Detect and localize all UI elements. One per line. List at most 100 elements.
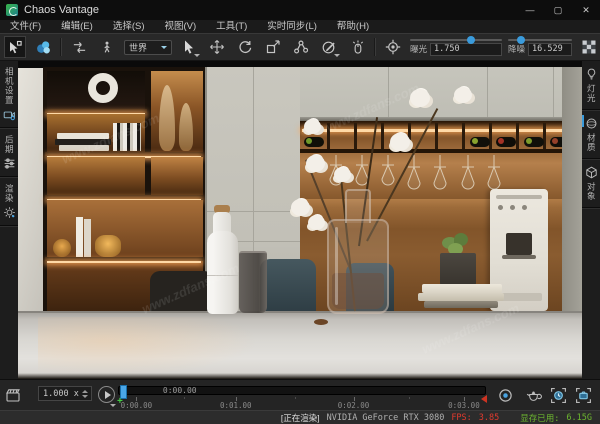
play-button[interactable] [98, 386, 115, 403]
speed-spinner[interactable] [82, 390, 91, 398]
walk-person-icon [100, 40, 114, 55]
scene-vase-neck [345, 189, 371, 223]
import-arrows-icon [72, 40, 87, 55]
scene-book [424, 301, 498, 308]
select-tool-button[interactable] [178, 36, 200, 58]
menu-tools[interactable]: 工具(T) [206, 20, 257, 33]
scene-cabinet-seam [553, 67, 554, 121]
render-state: [正在渲染] [281, 412, 320, 424]
scene-cotton-flower [306, 155, 325, 172]
tab-post-processing[interactable]: 后期 [0, 129, 18, 176]
ruler-tick [295, 397, 296, 399]
teapot-icon [525, 387, 542, 403]
menu-select[interactable]: 选择(S) [103, 20, 155, 33]
tab-render[interactable]: 渲染 [0, 178, 18, 225]
menu-help[interactable]: 帮助(H) [327, 20, 379, 33]
scene-cabinet-seam [487, 67, 488, 121]
scene-left-wall [18, 68, 46, 318]
ruler-label: 0:01.00 [220, 401, 252, 410]
timeline-segment-time: 0:00.00 [163, 387, 197, 395]
snapshot-timer-button[interactable] [549, 386, 567, 404]
minimize-button[interactable]: — [516, 0, 544, 20]
scene-planter [440, 253, 476, 287]
tab-objects[interactable]: 对象 [582, 160, 600, 207]
draw-circle-icon [321, 39, 337, 55]
vram-value: 6.15G [566, 413, 592, 423]
tab-camera-settings[interactable]: 相机设置 [0, 61, 18, 127]
scene-machine-vent [496, 195, 542, 199]
denoise-slider-handle[interactable] [517, 36, 525, 44]
maximize-button[interactable]: ▢ [544, 0, 572, 20]
scene-rack-divider [516, 123, 519, 151]
menu-edit[interactable]: 编辑(E) [51, 20, 103, 33]
scene-warm-light-patch [38, 317, 258, 377]
render-viewport[interactable]: www.zdfans.com www.zdfans.com www.zdfans… [18, 61, 582, 379]
scene-graph-button[interactable] [290, 36, 312, 58]
merge-scene-button[interactable] [68, 36, 90, 58]
dither-preview-button[interactable] [578, 36, 600, 58]
scene-cotton-flower [334, 167, 351, 182]
playback-speed-field[interactable]: 1.000 x [38, 386, 92, 401]
exposure-slider[interactable] [410, 39, 502, 41]
move-tool-button[interactable] [206, 36, 228, 58]
tab-camera-settings-label: 相机设置 [5, 67, 14, 105]
exposure-control: 曝光 1.750 [410, 39, 502, 56]
menu-file[interactable]: 文件(F) [0, 20, 51, 33]
scene-upper-cabinets [300, 67, 582, 121]
rotate-icon [237, 39, 253, 55]
scene-bottle-cap [306, 138, 312, 144]
snapshot-clock-icon [550, 387, 567, 404]
denoise-label: 降噪 [508, 43, 525, 55]
checkerboard-icon [581, 39, 597, 55]
scene-cotton-flower [454, 87, 472, 103]
menu-livesync[interactable]: 实时同步(L) [257, 20, 327, 33]
tab-materials[interactable]: 材质 [582, 111, 600, 158]
ruler-tick [409, 397, 410, 399]
annotate-tool-button[interactable] [318, 36, 340, 58]
main-area: 相机设置 后期 渲染 [0, 61, 600, 379]
coordinate-space-dropdown[interactable]: 世界 [124, 40, 172, 55]
scene-wine-rack [300, 123, 582, 151]
walk-mode-button[interactable] [96, 36, 118, 58]
scene-cotton-flower [410, 89, 430, 107]
close-button[interactable]: ✕ [572, 0, 600, 20]
material-sphere-icon [585, 117, 598, 130]
exposure-slider-handle[interactable] [467, 36, 475, 44]
navigation-settings-button[interactable] [346, 36, 368, 58]
scene-led-strip [47, 261, 201, 263]
scene-cotton-flower [304, 119, 321, 134]
menu-view[interactable]: 视图(V) [154, 20, 206, 33]
scale-tool-button[interactable] [262, 36, 284, 58]
cosmos-browser-button[interactable] [32, 36, 54, 58]
right-panel-strip: 灯光 材质 对象 [582, 61, 600, 379]
scene-machine-button [498, 205, 503, 210]
exposure-value-field[interactable]: 1.750 [430, 43, 502, 56]
timeline-bar: 1.000 x 0:00.00 + 0:00.00 0:01.00 0:02.0… [0, 379, 600, 410]
snapshot-camera-icon [575, 387, 592, 404]
save-snapshot-button[interactable] [574, 386, 592, 404]
scene-right-wall [562, 67, 582, 313]
timeline-ruler[interactable]: 0:00.00 0:01.00 0:02.00 0:03.00 [118, 397, 486, 410]
status-bar: [正在渲染] NVIDIA GeForce RTX 3080 FPS: 3.85… [0, 410, 600, 424]
tab-post-processing-label: 后期 [5, 135, 14, 154]
select-node-tool-button[interactable] [4, 36, 26, 58]
tab-lights[interactable]: 灯光 [582, 61, 600, 109]
play-options-caret-icon[interactable] [110, 404, 116, 407]
record-button[interactable] [496, 386, 514, 404]
scene-rack-divider [489, 123, 492, 151]
timeline-track[interactable]: 0:00.00 + [118, 386, 486, 395]
high-quality-render-button[interactable] [524, 386, 542, 404]
scene-rack-divider [354, 123, 357, 151]
denoise-control: 降噪 16.529 [508, 39, 572, 56]
toolbar-separator [60, 38, 62, 56]
scene-cotton-flower [390, 133, 410, 151]
rotate-tool-button[interactable] [234, 36, 256, 58]
scene-shelf-cell [151, 157, 203, 195]
scene-rack-divider [327, 123, 330, 151]
denoise-slider[interactable] [508, 39, 572, 41]
animation-clip-button[interactable] [4, 386, 22, 404]
denoise-value-field[interactable]: 16.529 [528, 43, 572, 56]
scene-bottle-cap [472, 138, 478, 144]
focus-point-button[interactable] [382, 36, 404, 58]
scene-group-head [506, 233, 532, 255]
